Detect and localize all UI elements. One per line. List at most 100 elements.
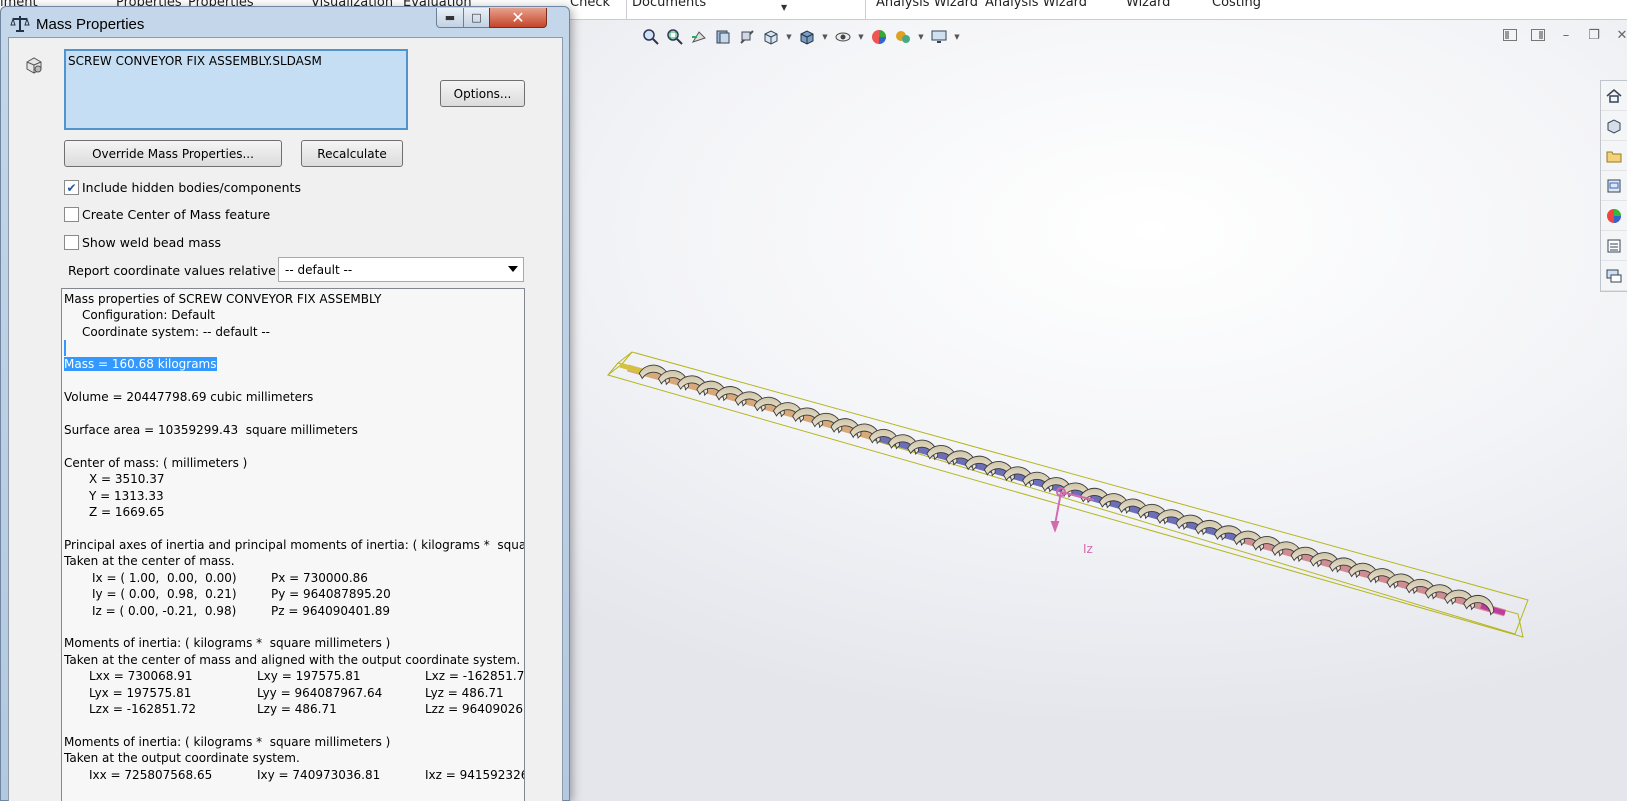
appearances-icon[interactable]	[1601, 201, 1627, 231]
display-style-icon[interactable]	[796, 26, 818, 48]
view-palette-icon[interactable]	[1601, 171, 1627, 201]
include-hidden-checkbox[interactable]: ✔	[64, 180, 79, 195]
scale-icon	[10, 16, 30, 32]
show-weld-label: Show weld bead mass	[82, 235, 222, 250]
ribbon-tab-costing[interactable]: Costing	[1212, 0, 1261, 10]
assembly-icon	[26, 57, 42, 74]
hide-show-items-icon[interactable]	[832, 26, 854, 48]
ribbon-tab-analysis-wizard[interactable]: Analysis Wizard	[876, 0, 978, 10]
edit-appearance-icon[interactable]	[868, 26, 890, 48]
results-mass: Mass = 160.68 kilograms	[64, 357, 217, 371]
dynamic-annotation-icon[interactable]	[736, 26, 758, 48]
results-surface-area: Surface area = 10359299.43 square millim…	[64, 423, 358, 437]
results-iy: Iy = ( 0.00, 0.98, 0.21)	[92, 587, 237, 601]
override-mass-properties-button[interactable]: Override Mass Properties...	[64, 140, 282, 167]
section-view-icon[interactable]	[712, 26, 734, 48]
results-pz: Pz = 964090401.89	[271, 604, 391, 618]
show-weld-row[interactable]: Show weld bead mass	[64, 235, 221, 250]
minimize-button[interactable]: ▬	[436, 8, 464, 28]
heads-up-view-toolbar: ▼ ▼ ▼ ▼ ▼	[640, 25, 962, 49]
ribbon-tab-check[interactable]: Check	[570, 0, 610, 10]
apply-scene-icon[interactable]	[892, 26, 914, 48]
maximize-icon: □	[471, 11, 482, 24]
results-iz: Iz = ( 0.00, -0.21, 0.98)	[92, 604, 237, 618]
chevron-down-icon[interactable]: ▼	[856, 33, 866, 41]
maximize-button[interactable]: □	[463, 8, 490, 28]
coordinate-system-select[interactable]: -- default --	[278, 257, 524, 282]
include-hidden-row[interactable]: ✔ Include hidden bodies/components	[64, 180, 301, 195]
results-px: Px = 730000.86	[271, 571, 368, 585]
results-principal-heading: Principal axes of inertia and principal …	[64, 538, 524, 552]
chevron-down-icon[interactable]: ▼	[784, 33, 794, 41]
task-pane-tabs	[1600, 80, 1627, 292]
options-button[interactable]: Options...	[440, 80, 525, 107]
results-configuration: Configuration: Default	[82, 308, 216, 322]
custom-properties-icon[interactable]	[1601, 231, 1627, 261]
recalculate-button[interactable]: Recalculate	[301, 140, 403, 167]
triad-axis-label: Iz	[1083, 542, 1093, 556]
zoom-to-fit-icon[interactable]	[640, 26, 662, 48]
results-lyz: Lyz = 486.71	[425, 686, 504, 700]
minimize-icon[interactable]: –	[1556, 26, 1576, 44]
chevron-down-icon[interactable]: ▼	[916, 33, 926, 41]
dialog-titlebar[interactable]: Mass Properties ▬ □ ✕	[1, 7, 569, 37]
results-lxx: Lxx = 730068.91	[89, 669, 193, 683]
tile-left-icon[interactable]	[1500, 26, 1520, 44]
results-moments-heading: Moments of inertia: ( kilograms * square…	[64, 636, 391, 650]
view-settings-icon[interactable]	[928, 26, 950, 48]
include-hidden-label: Include hidden bodies/components	[82, 180, 301, 195]
ribbon-tab-documents[interactable]: Documents	[632, 0, 706, 10]
create-com-label: Create Center of Mass feature	[82, 207, 271, 222]
zoom-to-area-icon[interactable]	[664, 26, 686, 48]
close-icon: ✕	[511, 8, 525, 27]
screw-conveyor-model[interactable]	[560, 330, 1610, 690]
results-com-y: Y = 1313.33	[89, 489, 164, 503]
results-py: Py = 964087895.20	[271, 587, 391, 601]
view-orientation-icon[interactable]	[760, 26, 782, 48]
results-volume: Volume = 20447798.69 cubic millimeters	[64, 390, 314, 404]
results-moments2-heading: Moments of inertia: ( kilograms * square…	[64, 735, 391, 749]
selection-caret	[64, 340, 66, 356]
dialog-title: Mass Properties	[36, 16, 145, 33]
results-moments2-sub: Taken at the output coordinate system.	[64, 751, 300, 765]
results-coordinate-system: Coordinate system: -- default --	[82, 325, 271, 339]
home-icon[interactable]	[1601, 81, 1627, 111]
results-ix: Ix = ( 1.00, 0.00, 0.00)	[92, 571, 237, 585]
create-com-row[interactable]: Create Center of Mass feature	[64, 207, 270, 222]
results-com-heading: Center of mass: ( millimeters )	[64, 456, 248, 470]
results-text-area[interactable]: Mass properties of SCREW CONVEYOR FIX AS…	[61, 288, 525, 801]
results-lxz: Lxz = -162851.72	[425, 669, 525, 683]
ribbon-separator	[626, 0, 627, 20]
tile-right-icon[interactable]	[1528, 26, 1548, 44]
ribbon-separator	[865, 0, 866, 20]
results-ixz: Ixz = 941592326.	[425, 768, 525, 782]
chevron-down-icon[interactable]: ▼	[952, 33, 962, 41]
close-button[interactable]: ✕	[489, 8, 547, 28]
close-icon[interactable]: ✕	[1612, 26, 1627, 44]
results-lzx: Lzx = -162851.72	[89, 702, 196, 716]
results-moments-sub: Taken at the center of mass and aligned …	[64, 653, 521, 667]
restore-icon[interactable]: ❐	[1584, 26, 1604, 44]
selected-items-list[interactable]: SCREW CONVEYOR FIX ASSEMBLY.SLDASM	[64, 49, 408, 130]
forum-icon[interactable]	[1601, 261, 1627, 291]
results-lxy: Lxy = 197575.81	[257, 669, 361, 683]
chevron-down-icon[interactable]: ▼	[781, 3, 787, 12]
report-coordinate-label: Report coordinate values relative to:	[68, 263, 297, 278]
previous-view-icon[interactable]	[688, 26, 710, 48]
ribbon-tab-wizard[interactable]: Wizard	[1126, 0, 1170, 10]
ribbon-tab-analysis-wizard-2[interactable]: Analysis Wizard	[985, 0, 1087, 10]
dialog-client-area: SCREW CONVEYOR FIX ASSEMBLY.SLDASM Optio…	[8, 37, 563, 801]
results-principal-sub: Taken at the center of mass.	[64, 554, 235, 568]
chevron-down-icon	[508, 266, 518, 272]
show-weld-checkbox[interactable]	[64, 235, 79, 250]
results-lyy: Lyy = 964087967.64	[257, 686, 383, 700]
minimize-icon: ▬	[444, 11, 456, 24]
file-explorer-icon[interactable]	[1601, 141, 1627, 171]
create-com-checkbox[interactable]	[64, 207, 79, 222]
mass-properties-dialog: Mass Properties ▬ □ ✕ SCREW CONVEYOR FIX…	[0, 6, 570, 801]
results-com-x: X = 3510.37	[89, 472, 165, 486]
results-ixx: Ixx = 725807568.65	[89, 768, 213, 782]
chevron-down-icon[interactable]: ▼	[820, 33, 830, 41]
design-library-icon[interactable]	[1601, 111, 1627, 141]
results-com-z: Z = 1669.65	[89, 505, 165, 519]
